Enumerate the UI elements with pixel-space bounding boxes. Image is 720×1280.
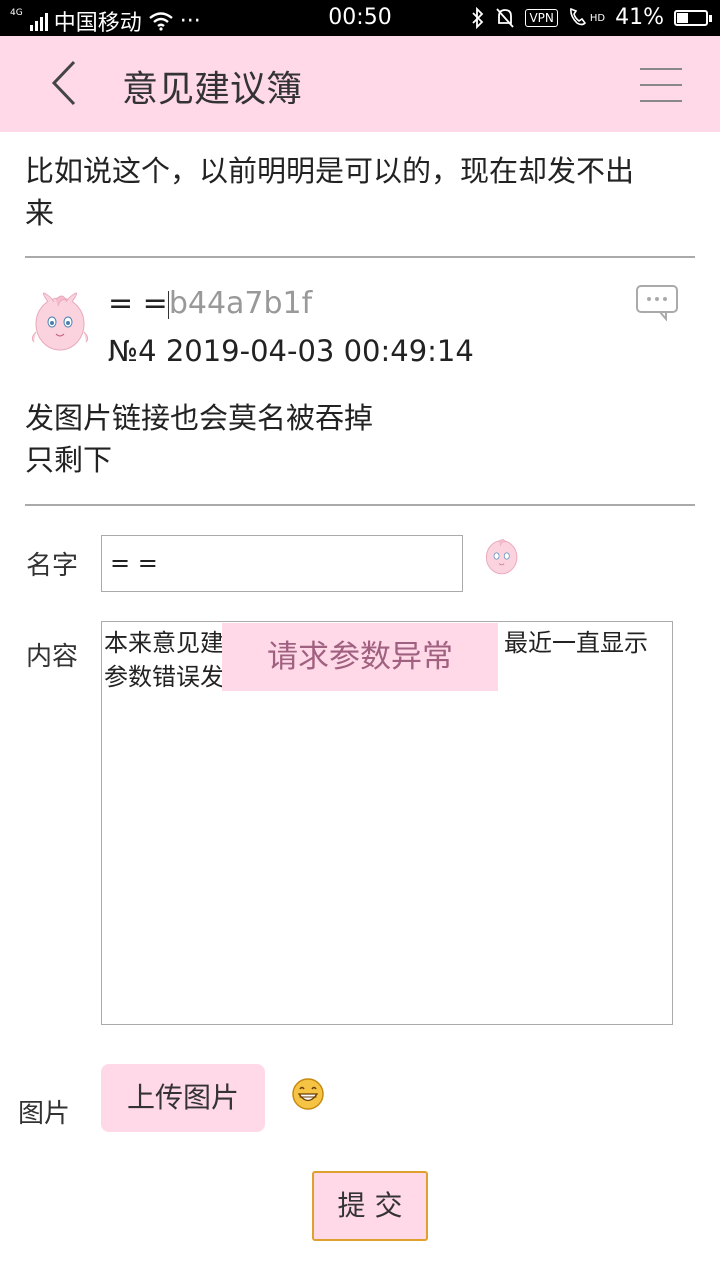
poster-line: = =b44a7b1f — [108, 286, 312, 321]
page-title: 意见建议簿 — [122, 69, 303, 110]
reply-comment-icon[interactable] — [636, 285, 678, 321]
app-bar: 意见建议簿 — [0, 36, 720, 132]
hd-label: HD — [589, 13, 606, 24]
post-line: 来 — [25, 196, 55, 230]
name-field[interactable]: = = — [101, 535, 463, 592]
post-content: 发图片链接也会莫名被吞掉 只剩下 — [25, 397, 700, 481]
bluetooth-icon — [472, 6, 484, 29]
battery-icon — [674, 9, 712, 26]
post-line: 比如说这个，以前明明是可以的，现在却发不出 — [25, 154, 635, 188]
error-toast: 请求参数异常 — [222, 623, 498, 691]
poster-name: = = — [108, 286, 168, 321]
battery-percent: 41% — [615, 5, 664, 30]
divider — [25, 256, 695, 258]
upload-image-button[interactable]: 上传图片 — [101, 1064, 265, 1132]
grin-emoji-icon[interactable] — [291, 1077, 325, 1111]
post-meta: №4 2019-04-03 00:49:14 — [108, 334, 474, 368]
name-label: 名字 — [26, 551, 79, 581]
post-line: 只剩下 — [25, 443, 113, 477]
mascot-icon — [485, 539, 518, 575]
content-text: 最近一直显示 — [504, 629, 648, 657]
submit-button[interactable]: 提 交 — [312, 1171, 428, 1241]
mute-bell-icon — [496, 7, 515, 28]
status-bar: 4G 中国移动 ··· 00:50 VPN HD 41% — [0, 0, 720, 36]
back-arrow-icon[interactable] — [46, 58, 96, 108]
content-text: 本来意见建 — [104, 629, 224, 657]
image-label: 图片 — [18, 1099, 71, 1129]
divider — [25, 504, 695, 506]
post-content: 比如说这个，以前明明是可以的，现在却发不出 来 — [25, 150, 700, 234]
menu-icon[interactable] — [640, 68, 682, 106]
status-right: VPN HD 41% — [471, 5, 712, 30]
vpn-badge: VPN — [525, 8, 558, 27]
hd-call-icon: HD — [568, 6, 605, 29]
poster-id: b44a7b1f — [168, 286, 313, 321]
content-label: 内容 — [26, 642, 79, 672]
avatar-icon — [31, 292, 89, 351]
post-line: 发图片链接也会莫名被吞掉 — [25, 401, 374, 435]
